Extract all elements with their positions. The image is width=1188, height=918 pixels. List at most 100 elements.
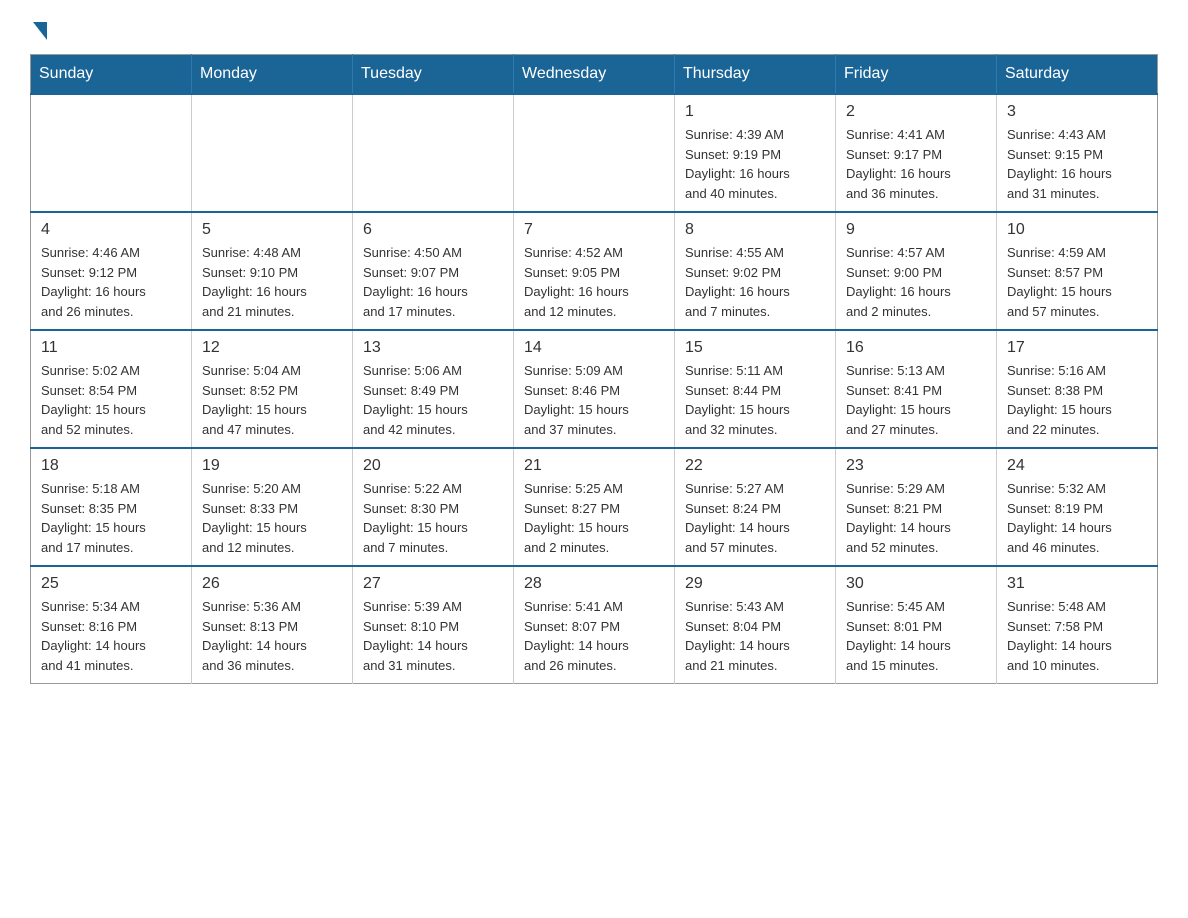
day-number: 10: [1007, 221, 1147, 239]
day-number: 2: [846, 103, 986, 121]
calendar-cell: 7 Sunrise: 4:52 AM Sunset: 9:05 PM Daylig…: [514, 212, 675, 330]
day-number: 17: [1007, 339, 1147, 357]
calendar-cell: 28 Sunrise: 5:41 AM Sunset: 8:07 PM Dayli…: [514, 566, 675, 684]
calendar-header: SundayMondayTuesdayWednesdayThursdayFrid…: [31, 55, 1158, 95]
day-number: 9: [846, 221, 986, 239]
calendar-week-row: 25 Sunrise: 5:34 AM Sunset: 8:16 PM Dayli…: [31, 566, 1158, 684]
day-info: Sunrise: 4:39 AM Sunset: 9:19 PM Dayligh…: [685, 125, 825, 203]
calendar-cell: [353, 94, 514, 212]
day-info: Sunrise: 5:27 AM Sunset: 8:24 PM Dayligh…: [685, 479, 825, 557]
day-number: 15: [685, 339, 825, 357]
calendar-cell: 9 Sunrise: 4:57 AM Sunset: 9:00 PM Daylig…: [836, 212, 997, 330]
calendar-cell: 12Sunrise: 5:04 AM Sunset: 8:52 PM Dayli…: [192, 330, 353, 448]
calendar-cell: 24 Sunrise: 5:32 AM Sunset: 8:19 PM Dayli…: [997, 448, 1158, 566]
day-number: 11: [41, 339, 181, 357]
calendar-cell: 20 Sunrise: 5:22 AM Sunset: 8:30 PM Dayli…: [353, 448, 514, 566]
weekday-header-saturday: Saturday: [997, 55, 1158, 95]
day-info: Sunrise: 5:41 AM Sunset: 8:07 PM Dayligh…: [524, 597, 664, 675]
calendar-cell: 1 Sunrise: 4:39 AM Sunset: 9:19 PM Daylig…: [675, 94, 836, 212]
day-info: Sunrise: 5:11 AM Sunset: 8:44 PM Dayligh…: [685, 361, 825, 439]
calendar-cell: 4 Sunrise: 4:46 AM Sunset: 9:12 PM Daylig…: [31, 212, 192, 330]
day-info: Sunrise: 5:22 AM Sunset: 8:30 PM Dayligh…: [363, 479, 503, 557]
day-number: 3: [1007, 103, 1147, 121]
calendar-cell: 29 Sunrise: 5:43 AM Sunset: 8:04 PM Dayli…: [675, 566, 836, 684]
day-number: 28: [524, 575, 664, 593]
day-info: Sunrise: 4:50 AM Sunset: 9:07 PM Dayligh…: [363, 243, 503, 321]
day-number: 19: [202, 457, 342, 475]
calendar-body: 1 Sunrise: 4:39 AM Sunset: 9:19 PM Daylig…: [31, 94, 1158, 684]
day-number: 20: [363, 457, 503, 475]
day-info: Sunrise: 4:52 AM Sunset: 9:05 PM Dayligh…: [524, 243, 664, 321]
calendar-week-row: 18 Sunrise: 5:18 AM Sunset: 8:35 PM Dayli…: [31, 448, 1158, 566]
day-info: Sunrise: 4:57 AM Sunset: 9:00 PM Dayligh…: [846, 243, 986, 321]
weekday-header-tuesday: Tuesday: [353, 55, 514, 95]
day-info: Sunrise: 4:46 AM Sunset: 9:12 PM Dayligh…: [41, 243, 181, 321]
day-info: Sunrise: 5:36 AM Sunset: 8:13 PM Dayligh…: [202, 597, 342, 675]
calendar-cell: 31 Sunrise: 5:48 AM Sunset: 7:58 PM Dayli…: [997, 566, 1158, 684]
day-number: 4: [41, 221, 181, 239]
day-number: 6: [363, 221, 503, 239]
calendar-cell: 25 Sunrise: 5:34 AM Sunset: 8:16 PM Dayli…: [31, 566, 192, 684]
day-info: Sunrise: 4:41 AM Sunset: 9:17 PM Dayligh…: [846, 125, 986, 203]
day-number: 21: [524, 457, 664, 475]
calendar-cell: 11 Sunrise: 5:02 AM Sunset: 8:54 PM Dayli…: [31, 330, 192, 448]
day-number: 18: [41, 457, 181, 475]
day-info: Sunrise: 5:02 AM Sunset: 8:54 PM Dayligh…: [41, 361, 181, 439]
day-number: 14: [524, 339, 664, 357]
calendar-week-row: 11 Sunrise: 5:02 AM Sunset: 8:54 PM Dayli…: [31, 330, 1158, 448]
calendar-cell: [514, 94, 675, 212]
day-info: Sunrise: 4:48 AM Sunset: 9:10 PM Dayligh…: [202, 243, 342, 321]
weekday-header-friday: Friday: [836, 55, 997, 95]
calendar-cell: 14Sunrise: 5:09 AM Sunset: 8:46 PM Dayli…: [514, 330, 675, 448]
calendar-cell: 5Sunrise: 4:48 AM Sunset: 9:10 PM Daylig…: [192, 212, 353, 330]
day-info: Sunrise: 5:25 AM Sunset: 8:27 PM Dayligh…: [524, 479, 664, 557]
day-info: Sunrise: 5:04 AM Sunset: 8:52 PM Dayligh…: [202, 361, 342, 439]
calendar-cell: 6 Sunrise: 4:50 AM Sunset: 9:07 PM Daylig…: [353, 212, 514, 330]
day-number: 23: [846, 457, 986, 475]
weekday-header-wednesday: Wednesday: [514, 55, 675, 95]
day-info: Sunrise: 5:06 AM Sunset: 8:49 PM Dayligh…: [363, 361, 503, 439]
calendar-cell: [192, 94, 353, 212]
day-number: 22: [685, 457, 825, 475]
day-info: Sunrise: 5:48 AM Sunset: 7:58 PM Dayligh…: [1007, 597, 1147, 675]
calendar-cell: 17Sunrise: 5:16 AM Sunset: 8:38 PM Dayli…: [997, 330, 1158, 448]
day-number: 30: [846, 575, 986, 593]
day-info: Sunrise: 5:32 AM Sunset: 8:19 PM Dayligh…: [1007, 479, 1147, 557]
day-info: Sunrise: 5:39 AM Sunset: 8:10 PM Dayligh…: [363, 597, 503, 675]
day-info: Sunrise: 5:43 AM Sunset: 8:04 PM Dayligh…: [685, 597, 825, 675]
calendar-table: SundayMondayTuesdayWednesdayThursdayFrid…: [30, 54, 1158, 684]
day-number: 31: [1007, 575, 1147, 593]
day-number: 16: [846, 339, 986, 357]
day-number: 24: [1007, 457, 1147, 475]
day-info: Sunrise: 5:18 AM Sunset: 8:35 PM Dayligh…: [41, 479, 181, 557]
day-number: 13: [363, 339, 503, 357]
calendar-cell: 27Sunrise: 5:39 AM Sunset: 8:10 PM Dayli…: [353, 566, 514, 684]
calendar-cell: 2 Sunrise: 4:41 AM Sunset: 9:17 PM Daylig…: [836, 94, 997, 212]
weekday-header-thursday: Thursday: [675, 55, 836, 95]
day-info: Sunrise: 5:13 AM Sunset: 8:41 PM Dayligh…: [846, 361, 986, 439]
day-number: 25: [41, 575, 181, 593]
calendar-cell: 19 Sunrise: 5:20 AM Sunset: 8:33 PM Dayli…: [192, 448, 353, 566]
calendar-cell: 21 Sunrise: 5:25 AM Sunset: 8:27 PM Dayli…: [514, 448, 675, 566]
day-info: Sunrise: 5:20 AM Sunset: 8:33 PM Dayligh…: [202, 479, 342, 557]
page-header: [30, 20, 1158, 34]
day-info: Sunrise: 4:43 AM Sunset: 9:15 PM Dayligh…: [1007, 125, 1147, 203]
day-number: 29: [685, 575, 825, 593]
calendar-cell: 23 Sunrise: 5:29 AM Sunset: 8:21 PM Dayli…: [836, 448, 997, 566]
calendar-cell: 16 Sunrise: 5:13 AM Sunset: 8:41 PM Dayli…: [836, 330, 997, 448]
day-number: 7: [524, 221, 664, 239]
calendar-cell: 26 Sunrise: 5:36 AM Sunset: 8:13 PM Dayli…: [192, 566, 353, 684]
calendar-cell: [31, 94, 192, 212]
calendar-week-row: 1 Sunrise: 4:39 AM Sunset: 9:19 PM Daylig…: [31, 94, 1158, 212]
day-info: Sunrise: 5:34 AM Sunset: 8:16 PM Dayligh…: [41, 597, 181, 675]
logo-general: [30, 20, 47, 38]
calendar-cell: 3 Sunrise: 4:43 AM Sunset: 9:15 PM Daylig…: [997, 94, 1158, 212]
day-number: 26: [202, 575, 342, 593]
day-info: Sunrise: 5:45 AM Sunset: 8:01 PM Dayligh…: [846, 597, 986, 675]
calendar-cell: 18 Sunrise: 5:18 AM Sunset: 8:35 PM Dayli…: [31, 448, 192, 566]
day-number: 1: [685, 103, 825, 121]
weekday-header-sunday: Sunday: [31, 55, 192, 95]
logo-arrow-icon: [33, 22, 47, 40]
logo: [30, 20, 47, 34]
day-info: Sunrise: 5:29 AM Sunset: 8:21 PM Dayligh…: [846, 479, 986, 557]
